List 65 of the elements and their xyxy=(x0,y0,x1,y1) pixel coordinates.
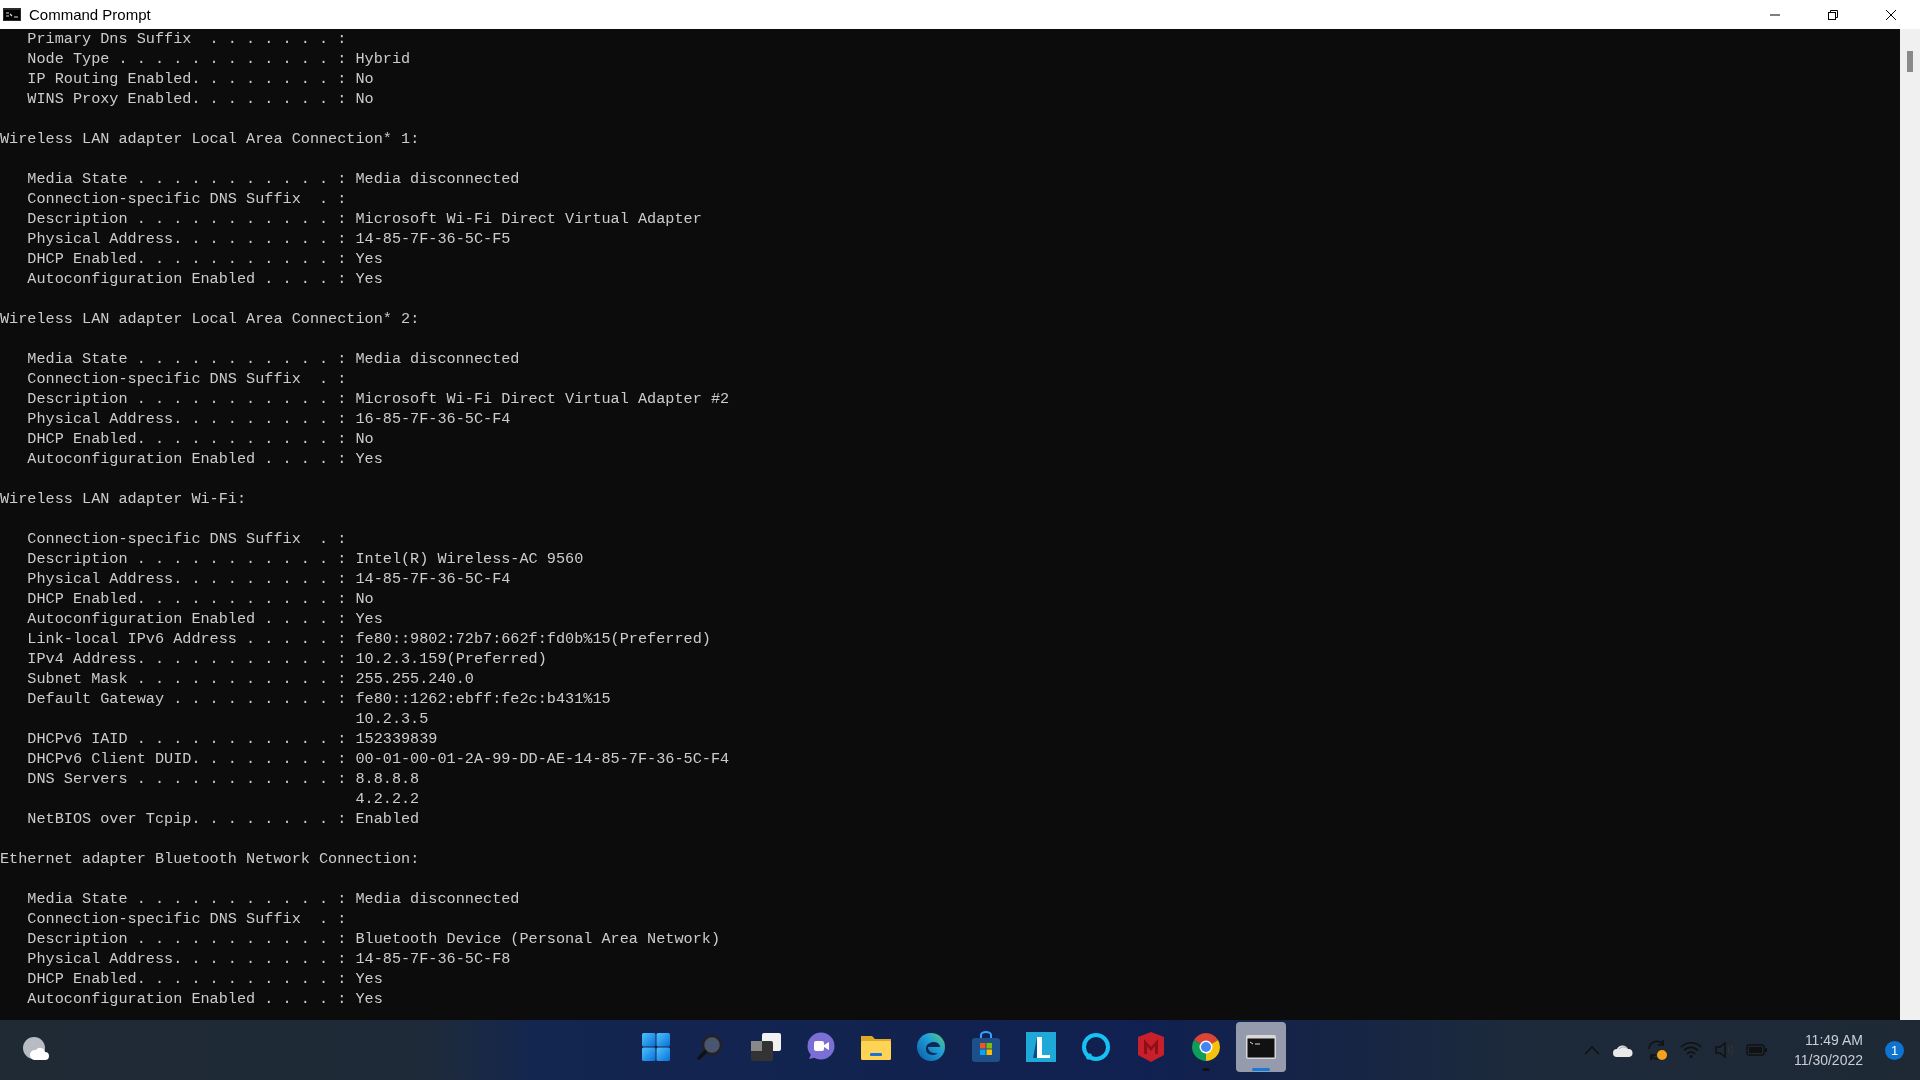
letter-l-icon xyxy=(1026,1032,1056,1062)
start-icon xyxy=(641,1032,671,1062)
browser-circle-icon xyxy=(1191,1032,1221,1062)
folder-icon xyxy=(860,1033,892,1061)
terminal-icon xyxy=(1246,1035,1276,1059)
browser-wave-icon xyxy=(916,1032,946,1062)
console-line: Autoconfiguration Enabled . . . . : Yes xyxy=(27,449,383,469)
console-line: DHCP Enabled. . . . . . . . . . . : Yes xyxy=(27,969,383,989)
section-heading: Wireless LAN adapter Local Area Connection* 2: xyxy=(0,309,420,329)
video-chat-icon xyxy=(806,1032,836,1062)
ring-icon xyxy=(1081,1032,1111,1062)
console-line: DHCP Enabled. . . . . . . . . . . : No xyxy=(27,429,374,449)
console-line: Media State . . . . . . . . . . . : Media disconnected xyxy=(27,169,520,189)
clock-time: 11:49 AM xyxy=(1804,1031,1863,1050)
console-line: Physical Address. . . . . . . . . : 14-85-7F-36-5C-F8 xyxy=(27,949,511,969)
sync-icon[interactable] xyxy=(1645,1039,1668,1061)
console-line: Default Gateway . . . . . . . . . : fe80::1262:ebff:fe2c:b431%15 xyxy=(27,689,611,709)
console-line: IP Routing Enabled. . . . . . . . : No xyxy=(27,69,374,89)
taskbar-app-button[interactable] xyxy=(1236,1022,1286,1072)
window-title: Command Prompt xyxy=(29,6,152,23)
console-line: WINS Proxy Enabled. . . . . . . . : No xyxy=(27,89,374,109)
console-line: DNS Servers . . . . . . . . . . . : 8.8.8.8 xyxy=(27,769,420,789)
scrollbar[interactable] xyxy=(1900,29,1920,1020)
console-line: Link-local IPv6 Address . . . . . : fe80::9802:72b7:662f:fd0b%15(Preferred) xyxy=(27,629,711,649)
console-app-icon xyxy=(3,8,21,21)
console-line: Physical Address. . . . . . . . . : 14-85-7F-36-5C-F5 xyxy=(27,229,511,249)
console-line: IPv4 Address. . . . . . . . . . . : 10.2.3.159(Preferred) xyxy=(27,649,547,669)
section-heading: Ethernet adapter Bluetooth Network Connection: xyxy=(0,849,420,869)
shield-icon xyxy=(1136,1031,1166,1063)
console-line: NetBIOS over Tcpip. . . . . . . . : Enabled xyxy=(27,809,420,829)
continuation-value: 4.2.2.2 xyxy=(355,789,420,809)
console-line: Autoconfiguration Enabled . . . . : Yes xyxy=(27,989,383,1009)
console-line: Description . . . . . . . . . . . : Intel(R) Wireless-AC 9560 xyxy=(27,549,584,569)
console-line: Media State . . . . . . . . . . . : Media disconnected xyxy=(27,349,520,369)
console-line: Connection-specific DNS Suffix . : xyxy=(27,369,347,389)
console-line: Description . . . . . . . . . . . : Microsoft Wi-Fi Direct Virtual Adapter #2 xyxy=(27,389,730,409)
notification-badge[interactable]: 1 xyxy=(1885,1040,1904,1060)
search-icon xyxy=(697,1033,725,1061)
console-line: Physical Address. . . . . . . . . : 14-85-7F-36-5C-F4 xyxy=(27,569,511,589)
section-heading: Wireless LAN adapter Wi-Fi: xyxy=(0,489,247,509)
continuation-value: 10.2.3.5 xyxy=(355,709,429,729)
console-line: Description . . . . . . . . . . . : Bluetooth Device (Personal Area Network) xyxy=(27,929,720,949)
console-line: Description . . . . . . . . . . . : Microsoft Wi-Fi Direct Virtual Adapter xyxy=(27,209,702,229)
console-line: Connection-specific DNS Suffix . : xyxy=(27,909,347,929)
console-line: DHCP Enabled. . . . . . . . . . . : Yes xyxy=(27,249,383,269)
close-icon xyxy=(1885,8,1897,21)
console-line: Autoconfiguration Enabled . . . . : Yes xyxy=(27,269,383,289)
console-line: Physical Address. . . . . . . . . : 16-85-7F-36-5C-F4 xyxy=(27,409,511,429)
clock-date: 11/30/2022 xyxy=(1793,1051,1863,1070)
cloud-icon[interactable] xyxy=(1611,1043,1634,1057)
console-line: Media State . . . . . . . . . . . : Media disconnected xyxy=(27,889,520,909)
console-line: Connection-specific DNS Suffix . : xyxy=(27,189,347,209)
task-view-icon xyxy=(750,1032,782,1062)
scrollbar-thumb[interactable] xyxy=(1907,51,1913,72)
restore-icon xyxy=(1827,8,1839,21)
console-line: Node Type . . . . . . . . . . . . : Hybrid xyxy=(27,49,411,69)
console-line: Primary Dns Suffix . . . . . . . : xyxy=(27,29,347,49)
console-line: DHCP Enabled. . . . . . . . . . . : No xyxy=(27,589,374,609)
console-line: Autoconfiguration Enabled . . . . : Yes xyxy=(27,609,383,629)
section-heading: Wireless LAN adapter Local Area Connection* 1: xyxy=(0,129,420,149)
console-line: Connection-specific DNS Suffix . : xyxy=(27,529,347,549)
console-line: DHCPv6 IAID . . . . . . . . . . . : 152339839 xyxy=(27,729,438,749)
store-bag-icon xyxy=(971,1031,1001,1063)
console-line: Subnet Mask . . . . . . . . . . . : 255.255.240.0 xyxy=(27,669,474,689)
console-line: DHCPv6 Client DUID. . . . . . . . : 00-01-00-01-2A-99-DD-AE-14-85-7F-36-5C-F4 xyxy=(27,749,730,769)
